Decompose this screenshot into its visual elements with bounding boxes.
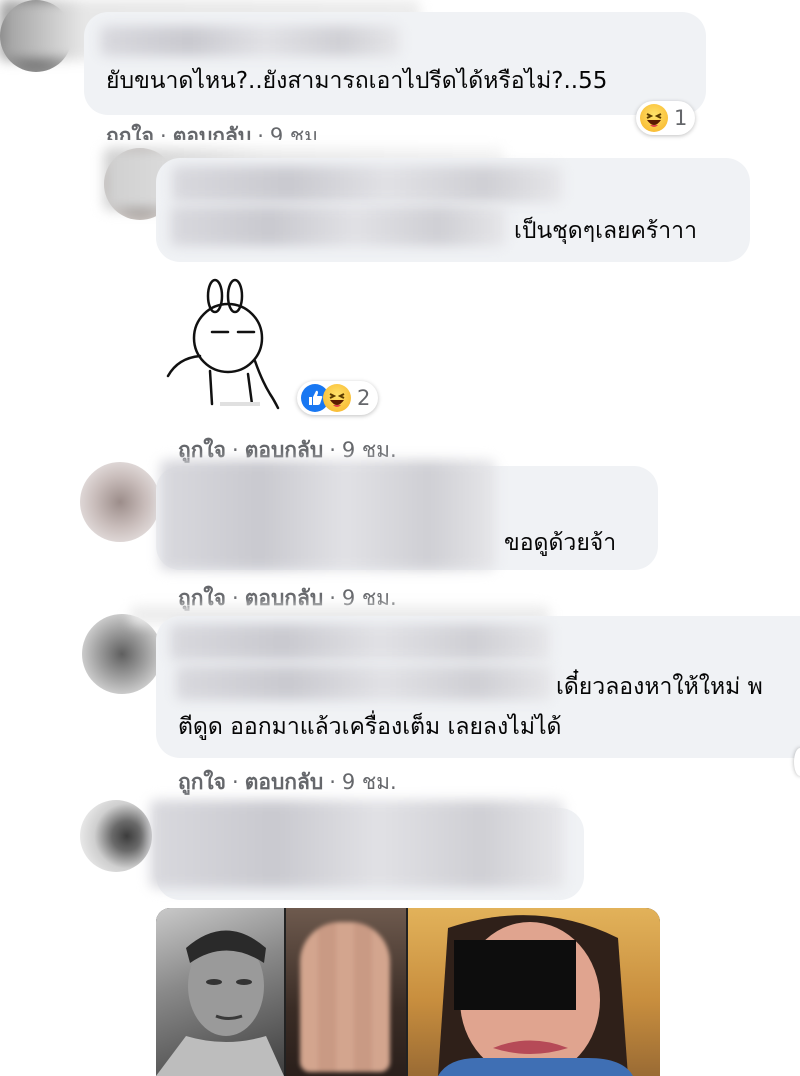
blurred-author-name (100, 26, 400, 56)
avatar[interactable] (82, 614, 162, 694)
reaction-summary[interactable]: 2 (297, 381, 379, 415)
reaction-summary[interactable]: 1 (636, 101, 696, 135)
separator: · (232, 438, 239, 462)
avatar[interactable] (80, 800, 152, 872)
photo-panel (286, 908, 406, 1076)
scroll-edge (794, 748, 800, 776)
timestamp[interactable]: 9 ชม. (342, 770, 397, 794)
haha-reaction-icon (640, 104, 668, 132)
separator: · (232, 770, 239, 794)
blurred-author-name (170, 624, 550, 660)
like-link[interactable]: ถูกใจ (178, 438, 226, 462)
avatar[interactable] (80, 462, 160, 542)
comment-text: เป็นชุดๆเลยคร้าาา (514, 218, 698, 244)
mosaic-censor (300, 922, 390, 1072)
photo-panel (156, 908, 284, 1076)
comment-actions: ถูกใจ · ตอบกลับ · 9 ชม. (106, 120, 325, 140)
reply-link[interactable]: ตอบกลับ (245, 770, 324, 794)
like-link[interactable]: ถูกใจ (178, 770, 226, 794)
comment-text: ขอดูด้วยจ้า (504, 530, 617, 556)
timestamp[interactable]: 9 ชม. (270, 124, 325, 140)
sticker-bunny (160, 276, 280, 416)
haha-reaction-icon (323, 384, 351, 412)
separator: · (257, 124, 264, 140)
blurred-area (150, 800, 564, 888)
separator: · (160, 124, 167, 140)
photo-panel (408, 908, 660, 1076)
like-link[interactable]: ถูกใจ (106, 124, 154, 140)
separator: · (329, 438, 336, 462)
attached-photo[interactable] (156, 908, 660, 1076)
reaction-count: 2 (357, 386, 371, 410)
blurred-comment-start (170, 206, 506, 246)
reply-link[interactable]: ตอบกลับ (245, 438, 324, 462)
comment-text-line: เดี๋ยวลองหาให้ใหม่ พ (556, 674, 763, 700)
reaction-count: 1 (674, 106, 688, 130)
blurred-comment-start (176, 666, 552, 700)
eye-censor-bar (454, 940, 576, 1010)
reply-link[interactable]: ตอบกลับ (173, 124, 252, 140)
separator: · (329, 770, 336, 794)
comment-text-line: ตีดูด ออกมาแล้วเครื่องเต็ม เลยลงไม่ได้ (178, 714, 562, 740)
comment-actions: ถูกใจ · ตอบกลับ · 9 ชม. (178, 766, 397, 799)
comment-thread: ยับขนาดไหน?..ยังสามารถเอาไปรีดได้หรือไม่… (0, 0, 800, 1076)
timestamp[interactable]: 9 ชม. (342, 438, 397, 462)
blurred-author-name (172, 166, 562, 202)
comment-text: ยับขนาดไหน?..ยังสามารถเอาไปรีดได้หรือไม่… (106, 68, 608, 94)
blurred-area (160, 460, 496, 570)
